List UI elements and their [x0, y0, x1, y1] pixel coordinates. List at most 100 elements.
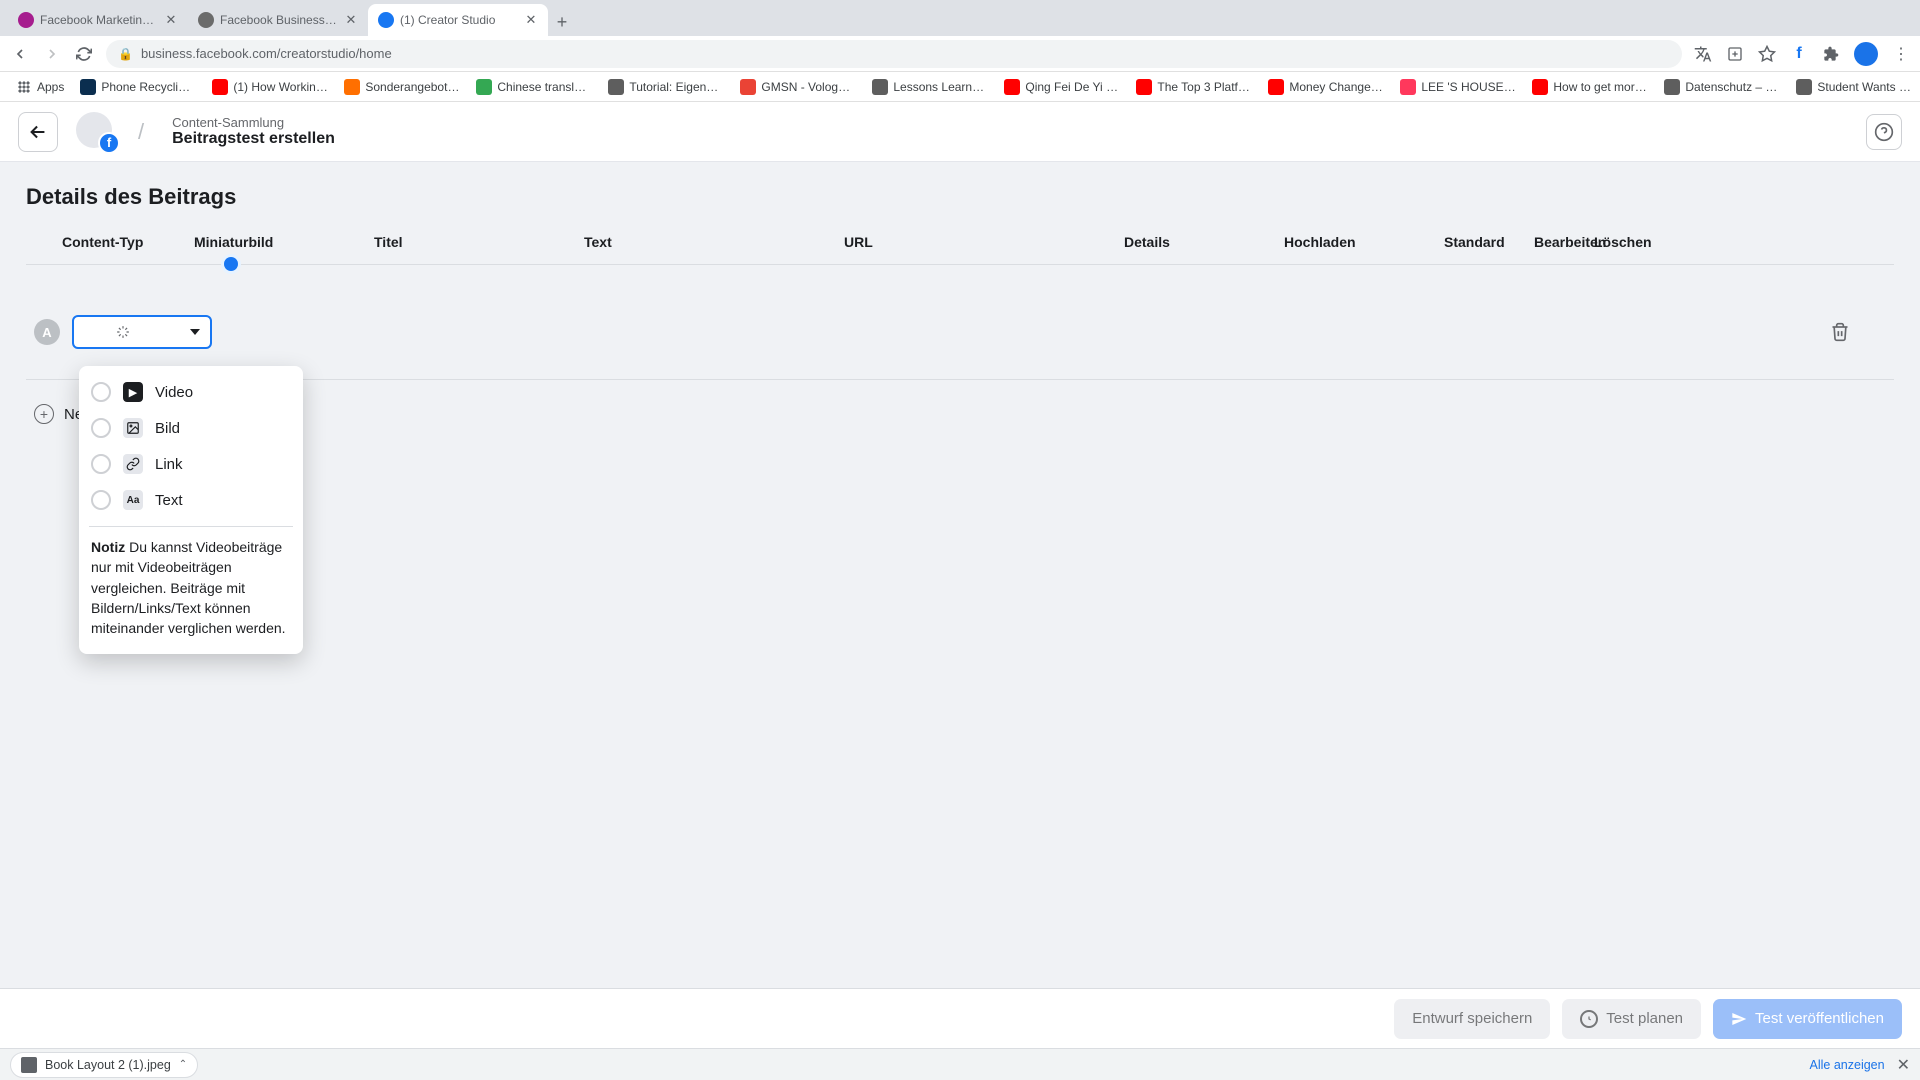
columns-header: Content-Typ Miniaturbild Titel Text URL …	[26, 228, 1894, 265]
bookmark-favicon-icon	[872, 79, 888, 95]
dropdown-label: Text	[155, 492, 183, 509]
menu-icon[interactable]: ⋮	[1892, 45, 1910, 63]
lock-icon: 🔒	[118, 47, 133, 61]
bookmark-favicon-icon	[212, 79, 228, 95]
gtranslate-icon[interactable]	[1694, 45, 1712, 63]
bookmark-favicon-icon	[1268, 79, 1284, 95]
back-button[interactable]	[18, 112, 58, 152]
tab-title: Facebook Marketing & Werbea…	[40, 13, 158, 27]
tab-title: Facebook Business Suite	[220, 13, 338, 27]
facebook-badge-icon: f	[98, 132, 120, 154]
dropdown-option-bild[interactable]: Bild	[87, 410, 295, 446]
bookmark-item[interactable]: Sonderangebot! J…	[338, 75, 466, 99]
variant-badge: A	[34, 319, 60, 345]
share-icon[interactable]	[1726, 45, 1744, 63]
close-icon[interactable]: ✕	[524, 13, 538, 27]
column-header-hochladen: Hochladen	[1284, 234, 1444, 250]
page-avatar: f	[76, 112, 116, 152]
apps-button[interactable]: Apps	[10, 75, 70, 99]
add-variant-button[interactable]: + Neue Variante hinzufügen	[26, 380, 1894, 448]
bookmark-item[interactable]: (1) How Working a…	[206, 75, 334, 99]
bookmark-item[interactable]: How to get more v…	[1526, 75, 1654, 99]
bookmark-favicon-icon	[476, 79, 492, 95]
page-heading: Details des Beitrags	[26, 184, 1894, 210]
browser-tab-active[interactable]: (1) Creator Studio ✕	[368, 4, 548, 36]
bookmark-item[interactable]: Tutorial: Eigene Fa…	[602, 75, 730, 99]
delete-button[interactable]	[1828, 320, 1852, 344]
help-button[interactable]	[1866, 114, 1902, 150]
save-draft-button[interactable]: Entwurf speichern	[1394, 999, 1550, 1039]
bookmark-favicon-icon	[1532, 79, 1548, 95]
profile-avatar[interactable]	[1854, 42, 1878, 66]
dropdown-option-text[interactable]: Aa Text	[87, 482, 295, 518]
download-filename: Book Layout 2 (1).jpeg	[45, 1058, 171, 1072]
bookmark-label: Sonderangebot! J…	[365, 80, 460, 94]
bookmark-item[interactable]: Phone Recycling …	[74, 75, 202, 99]
extensions-icon[interactable]	[1822, 45, 1840, 63]
tab-strip: Facebook Marketing & Werbea… ✕ Facebook …	[0, 0, 1920, 36]
apps-icon	[16, 79, 32, 95]
back-icon[interactable]	[10, 44, 30, 64]
favicon-icon	[378, 12, 394, 28]
reload-icon[interactable]	[74, 44, 94, 64]
radio-icon	[91, 454, 111, 474]
content-type-select[interactable]	[72, 315, 212, 349]
bookmark-favicon-icon	[1400, 79, 1416, 95]
radio-icon	[91, 382, 111, 402]
page-title: Beitragstest erstellen	[172, 130, 335, 148]
bookmark-item[interactable]: Student Wants an…	[1790, 75, 1918, 99]
add-variant-label: Neue Variante hinzufügen	[64, 406, 79, 423]
bookmark-label: LEE 'S HOUSE—…	[1421, 80, 1516, 94]
schedule-test-button[interactable]: Test planen	[1562, 999, 1701, 1039]
button-label: Test veröffentlichen	[1755, 1010, 1884, 1027]
close-icon[interactable]: ✕	[164, 13, 178, 27]
bookmark-item[interactable]: Lessons Learned f…	[866, 75, 994, 99]
file-icon	[21, 1057, 37, 1073]
dropdown-option-video[interactable]: ▶ Video	[87, 374, 295, 410]
close-icon[interactable]: ✕	[344, 13, 358, 27]
dropdown-label: Video	[155, 384, 193, 401]
bookmark-favicon-icon	[1664, 79, 1680, 95]
dropdown-option-link[interactable]: Link	[87, 446, 295, 482]
column-header-details: Details	[1124, 234, 1284, 250]
radio-icon	[91, 418, 111, 438]
browser-chrome: Facebook Marketing & Werbea… ✕ Facebook …	[0, 0, 1920, 102]
bookmark-label: Money Changes E…	[1289, 80, 1384, 94]
bookmark-item[interactable]: Chinese translatio…	[470, 75, 598, 99]
bookmark-favicon-icon	[740, 79, 756, 95]
bookmark-item[interactable]: Money Changes E…	[1262, 75, 1390, 99]
bookmark-label: How to get more v…	[1553, 80, 1648, 94]
column-header-content-typ: Content-Typ	[34, 234, 194, 250]
bookmark-label: The Top 3 Platfor…	[1157, 80, 1252, 94]
close-icon[interactable]: ✕	[1897, 1055, 1910, 1075]
chevron-up-icon[interactable]: ⌃	[179, 1059, 187, 1070]
browser-tab[interactable]: Facebook Marketing & Werbea… ✕	[8, 4, 188, 36]
bookmark-label: Student Wants an…	[1817, 80, 1912, 94]
url-text: business.facebook.com/creatorstudio/home	[141, 46, 392, 61]
publish-test-button[interactable]: Test veröffentlichen	[1713, 999, 1902, 1039]
button-label: Entwurf speichern	[1412, 1010, 1532, 1027]
forward-icon[interactable]	[42, 44, 62, 64]
divider	[89, 526, 293, 527]
bookmark-item[interactable]: LEE 'S HOUSE—…	[1394, 75, 1522, 99]
bookmark-item[interactable]: Datenschutz – Re…	[1658, 75, 1786, 99]
star-icon[interactable]	[1758, 45, 1776, 63]
bookmark-item[interactable]: Qing Fei De Yi - Y…	[998, 75, 1126, 99]
column-header-titel: Titel	[374, 234, 584, 250]
show-all-downloads[interactable]: Alle anzeigen	[1810, 1058, 1885, 1072]
download-item[interactable]: Book Layout 2 (1).jpeg ⌃	[10, 1052, 198, 1078]
address-bar[interactable]: 🔒 business.facebook.com/creatorstudio/ho…	[106, 40, 1682, 68]
bookmark-label: Datenschutz – Re…	[1685, 80, 1780, 94]
bookmark-label: Qing Fei De Yi - Y…	[1025, 80, 1120, 94]
favicon-icon	[198, 12, 214, 28]
facebook-icon[interactable]: f	[1790, 45, 1808, 63]
app-header: f / Content-Sammlung Beitragstest erstel…	[0, 102, 1920, 162]
plus-icon: +	[34, 404, 54, 424]
text-icon: Aa	[123, 490, 143, 510]
bookmark-item[interactable]: The Top 3 Platfor…	[1130, 75, 1258, 99]
browser-tab[interactable]: Facebook Business Suite ✕	[188, 4, 368, 36]
bookmark-favicon-icon	[80, 79, 96, 95]
bookmark-item[interactable]: GMSN - Vologda,…	[734, 75, 862, 99]
column-header-miniaturbild: Miniaturbild	[194, 234, 374, 250]
new-tab-button[interactable]: +	[548, 8, 576, 36]
